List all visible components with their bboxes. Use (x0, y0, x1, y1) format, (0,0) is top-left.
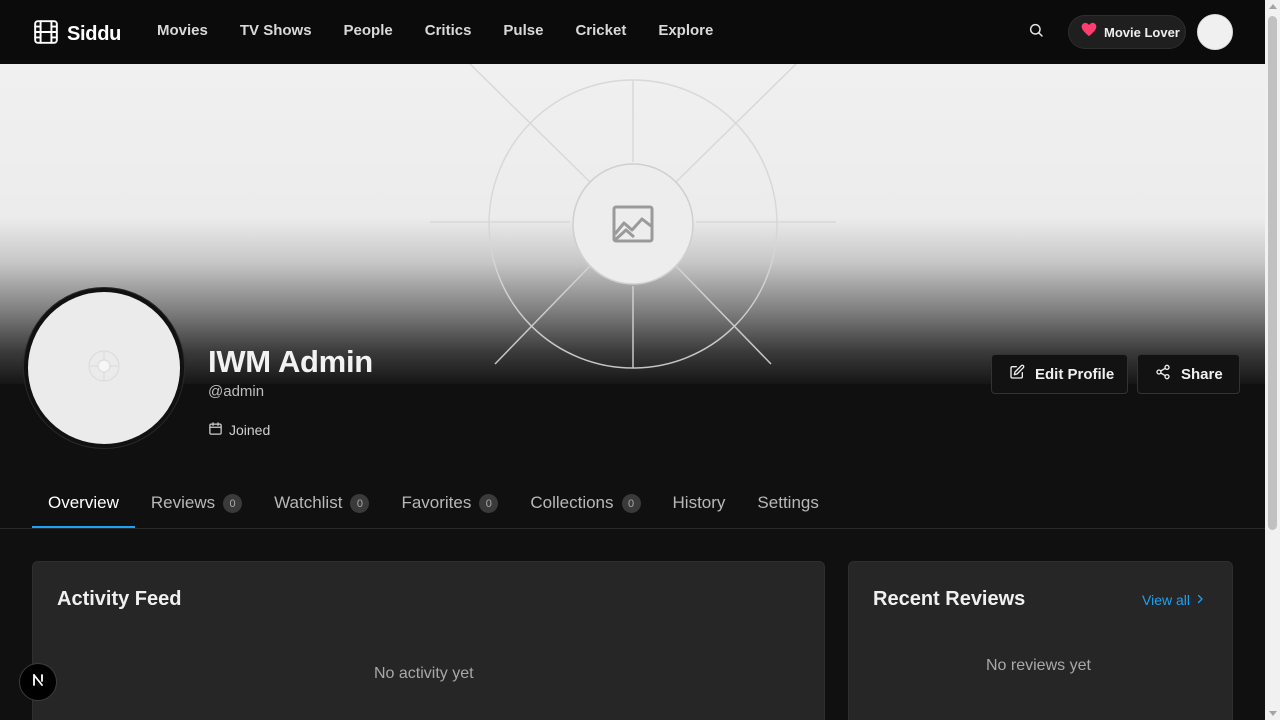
share-icon (1155, 364, 1171, 384)
scroll-thumb[interactable] (1268, 16, 1277, 530)
joined-label: Joined (229, 422, 271, 438)
view-all-label: View all (1142, 592, 1190, 608)
scroll-down-arrow[interactable] (1269, 711, 1277, 716)
nav-explore[interactable]: Explore (658, 22, 713, 39)
nav-critics[interactable]: Critics (425, 22, 472, 39)
nextjs-icon (30, 672, 46, 693)
reviews-empty-text: No reviews yet (986, 657, 1091, 674)
logo[interactable]: Siddu (33, 19, 121, 50)
profile-avatar[interactable] (24, 288, 184, 448)
tab-count-badge: 0 (621, 494, 641, 513)
activity-empty-text: No activity yet (374, 665, 474, 682)
tab-label: Overview (48, 493, 119, 512)
profile-handle: @admin (208, 383, 265, 400)
recent-reviews-panel: Recent Reviews View all No reviews yet (848, 561, 1233, 720)
tabs-divider (0, 528, 1265, 529)
share-label: Share (1181, 365, 1223, 383)
tab-settings[interactable]: Settings (741, 482, 834, 528)
activity-feed-panel: Activity Feed No activity yet (32, 561, 825, 720)
edit-icon (1009, 364, 1025, 384)
search-icon (1028, 22, 1044, 43)
search-button[interactable] (1024, 20, 1048, 44)
tab-favorites[interactable]: Favorites 0 (385, 482, 514, 528)
profile-name: IWM Admin (208, 344, 373, 379)
tab-count-badge: 0 (350, 494, 370, 513)
tab-count-badge: 0 (479, 494, 499, 513)
avatar-placeholder-icon (87, 349, 121, 388)
user-avatar-button[interactable] (1197, 14, 1233, 50)
tab-label: History (672, 493, 726, 512)
tab-label: Collections (530, 493, 614, 512)
tab-collections[interactable]: Collections 0 (514, 482, 656, 528)
movie-lover-badge[interactable]: Movie Lover (1068, 15, 1186, 49)
tab-label: Reviews (150, 493, 216, 512)
nav-cricket[interactable]: Cricket (575, 22, 626, 39)
nav-tv-shows[interactable]: TV Shows (240, 22, 312, 39)
heart-icon (1081, 22, 1097, 42)
scroll-up-arrow[interactable] (1269, 4, 1277, 9)
nav-people[interactable]: People (344, 22, 393, 39)
badge-label: Movie Lover (1104, 24, 1180, 40)
edit-profile-label: Edit Profile (1035, 365, 1115, 383)
main-nav: Movies TV Shows People Critics Pulse Cri… (157, 22, 745, 39)
tab-history[interactable]: History (657, 482, 742, 528)
nextjs-dev-button[interactable] (19, 663, 57, 701)
profile-banner (0, 64, 1265, 384)
profile-tabs: Overview Reviews 0 Watchlist 0 Favorites… (32, 482, 835, 528)
activity-feed-title: Activity Feed (57, 588, 182, 610)
share-button[interactable]: Share (1137, 354, 1240, 394)
tab-count-badge: 0 (223, 494, 243, 513)
joined-info: Joined (208, 421, 270, 439)
recent-reviews-title: Recent Reviews (873, 588, 1026, 610)
calendar-icon (208, 421, 223, 439)
nav-movies[interactable]: Movies (157, 22, 208, 39)
view-all-reviews-link[interactable]: View all (1142, 592, 1206, 608)
top-navbar: Siddu Movies TV Shows People Critics Pul… (0, 0, 1265, 64)
tab-label: Settings (757, 493, 819, 512)
page-scrollbar[interactable] (1265, 0, 1280, 720)
logo-text: Siddu (67, 23, 122, 45)
tab-reviews[interactable]: Reviews 0 (135, 482, 258, 528)
chevron-right-icon (1194, 592, 1206, 608)
edit-profile-button[interactable]: Edit Profile (991, 354, 1128, 394)
film-icon (33, 19, 59, 50)
tab-label: Favorites (401, 493, 472, 512)
tab-label: Watchlist (274, 493, 343, 512)
tab-watchlist[interactable]: Watchlist 0 (258, 482, 385, 528)
tab-overview[interactable]: Overview (32, 482, 135, 528)
nav-pulse[interactable]: Pulse (503, 22, 543, 39)
